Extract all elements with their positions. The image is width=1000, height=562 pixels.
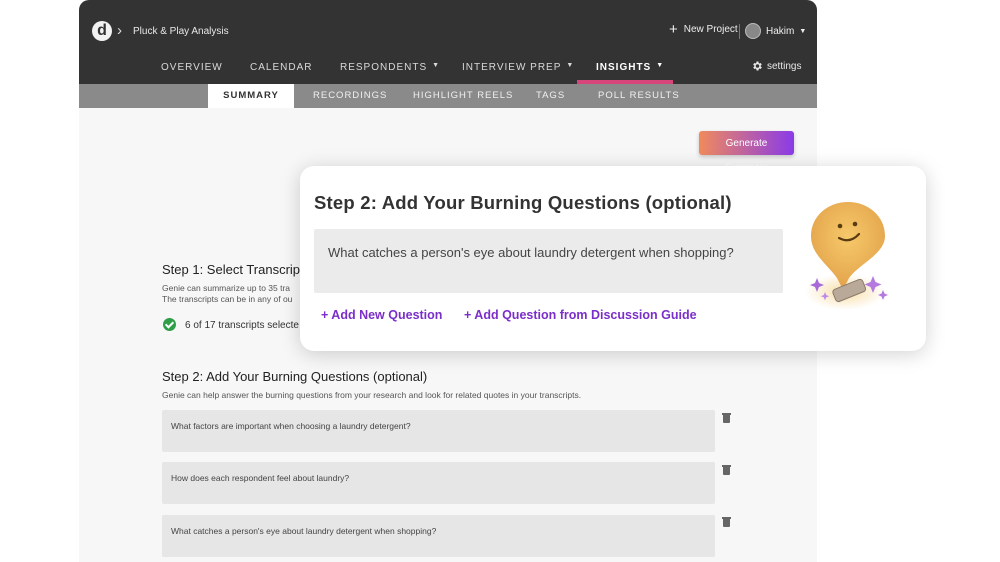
trash-icon[interactable]	[722, 517, 731, 527]
tab-respondents-label: RESPONDENTS	[340, 62, 428, 73]
step2-desc: Genie can help answer the burning questi…	[162, 390, 582, 400]
tab-insights[interactable]: INSIGHTS ▼	[596, 62, 664, 73]
check-circle-icon	[163, 318, 176, 331]
divider	[739, 24, 740, 39]
tab-insights-label: INSIGHTS	[596, 62, 652, 73]
settings-button[interactable]: settings	[751, 60, 801, 72]
question-input[interactable]: What factors are important when choosing…	[162, 410, 715, 452]
card-title: Step 2: Add Your Burning Questions (opti…	[314, 192, 732, 213]
breadcrumb-project[interactable]: Pluck & Play Analysis	[133, 26, 229, 37]
tab-calendar[interactable]: CALENDAR	[250, 62, 312, 73]
tab-interview-prep-label: INTERVIEW PREP	[462, 62, 562, 73]
add-question-from-guide-link[interactable]: + Add Question from Discussion Guide	[464, 308, 697, 322]
add-new-question-link[interactable]: + Add New Question	[321, 308, 442, 322]
subtab-poll-results[interactable]: POLL RESULTS	[598, 84, 680, 108]
new-project-button[interactable]: + New Project	[669, 20, 738, 38]
logo-icon[interactable]: d	[92, 21, 112, 41]
caret-down-icon: ▼	[432, 62, 441, 69]
question-input[interactable]: How does each respondent feel about laun…	[162, 462, 715, 504]
plus-icon: +	[669, 20, 678, 38]
avatar	[745, 23, 761, 39]
sub-nav: SUMMARY RECORDINGS HIGHLIGHT REELS TAGS …	[79, 84, 817, 108]
settings-label: settings	[767, 60, 802, 72]
genie-mascot-icon	[805, 202, 888, 310]
trash-icon[interactable]	[722, 465, 731, 475]
step2-title: Step 2: Add Your Burning Questions (opti…	[162, 369, 428, 384]
burning-questions-card: Step 2: Add Your Burning Questions (opti…	[300, 166, 926, 351]
user-menu[interactable]: Hakim ▼	[745, 23, 806, 39]
trash-icon[interactable]	[722, 413, 731, 423]
subtab-recordings[interactable]: RECORDINGS	[313, 84, 387, 108]
gear-icon	[753, 61, 762, 71]
tab-respondents[interactable]: RESPONDENTS ▼	[340, 62, 440, 73]
caret-down-icon: ▼	[799, 27, 807, 35]
caret-down-icon: ▼	[566, 62, 575, 69]
card-question-input[interactable]: What catches a person's eye about laundr…	[314, 229, 783, 293]
step1-desc-line2: The transcripts can be in any of ou	[162, 294, 293, 304]
chevron-right-icon: ›	[117, 22, 122, 39]
step1-title: Step 1: Select Transcrip	[162, 262, 301, 277]
generate-summary-button[interactable]: Generate Summary	[699, 131, 794, 173]
subtab-summary[interactable]: SUMMARY	[208, 84, 294, 108]
tab-overview[interactable]: OVERVIEW	[161, 62, 223, 73]
user-name: Hakim	[766, 25, 795, 37]
subtab-tags[interactable]: TAGS	[536, 84, 565, 108]
question-input[interactable]: What catches a person's eye about laundr…	[162, 515, 715, 557]
new-project-label: New Project	[683, 24, 738, 35]
subtab-highlight-reels[interactable]: HIGHLIGHT REELS	[413, 84, 513, 108]
tab-interview-prep[interactable]: INTERVIEW PREP ▼	[462, 62, 574, 73]
transcripts-selected[interactable]: 6 of 17 transcripts selecte	[185, 320, 299, 331]
caret-down-icon: ▼	[656, 62, 665, 69]
top-bar: d › Pluck & Play Analysis + New Project …	[79, 0, 817, 84]
